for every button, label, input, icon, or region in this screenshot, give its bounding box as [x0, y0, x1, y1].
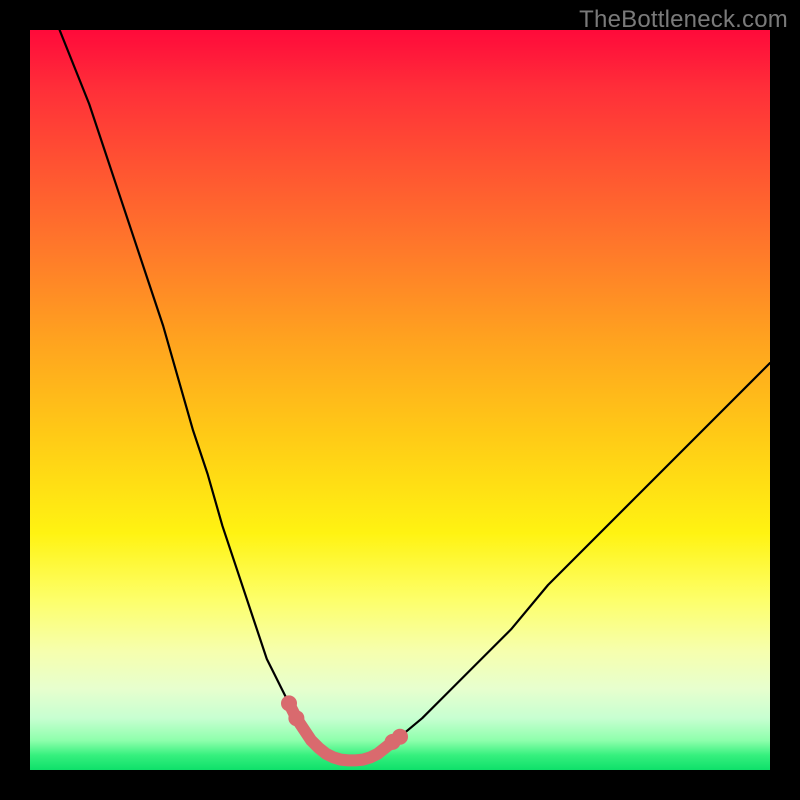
chart-frame: TheBottleneck.com	[0, 0, 800, 800]
highlight-dot	[288, 710, 304, 726]
highlight-dots	[281, 695, 408, 749]
watermark-text: TheBottleneck.com	[579, 6, 788, 34]
highlight-dot	[281, 695, 297, 711]
bottleneck-curve	[60, 30, 770, 760]
curve-layer	[30, 30, 770, 770]
highlight-min-region	[289, 703, 400, 760]
plot-area	[30, 30, 770, 770]
highlight-dot	[392, 729, 408, 745]
